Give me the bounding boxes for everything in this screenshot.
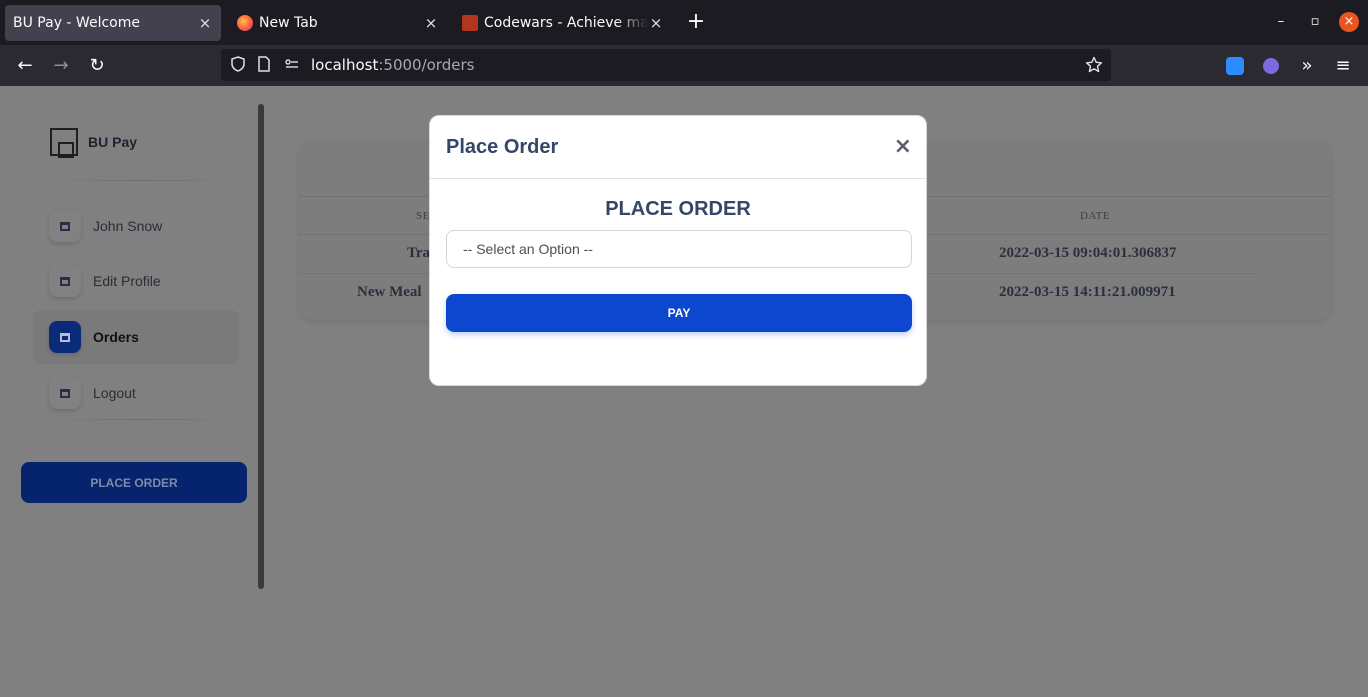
tab-close-icon[interactable]: × [648,14,664,32]
place-order-modal: Place Order × PLACE ORDER -- Select an O… [429,115,927,386]
sidebar-item-label: John Snow [93,218,163,234]
zoom-extension-icon[interactable] [1222,53,1248,79]
back-button[interactable]: ← [12,53,38,79]
url-text[interactable]: localhost:5000/orders [311,56,474,74]
table-cell-service: New Meal [357,284,422,300]
firefox-icon [237,15,253,31]
shield-icon[interactable] [229,56,247,74]
browser-tab-bu-pay[interactable]: BU Pay - Welcome × [5,5,221,41]
place-order-button[interactable]: PLACE ORDER [21,462,247,503]
url-bar[interactable]: localhost:5000/orders [221,49,1111,81]
table-cell-date: 2022-03-15 14:11:21.009971 [999,284,1176,300]
maximize-button[interactable]: ▫ [1305,12,1325,32]
tab-title: Codewars - Achieve mastery [484,15,648,31]
sidebar-scrollbar[interactable] [258,104,264,589]
minimize-button[interactable]: – [1271,12,1291,32]
browser-nav-bar: ← → ↻ localhost:5000/orders » ≡ [0,45,1368,86]
tab-close-icon[interactable]: × [423,14,439,32]
sidebar-item-logout[interactable]: Logout [33,366,239,420]
close-icon[interactable]: × [894,136,912,158]
select-value: -- Select an Option -- [463,241,593,257]
brand-name: BU Pay [88,134,138,150]
pay-button[interactable]: PAY [446,294,912,332]
building-icon [49,265,81,297]
hamburger-menu-icon[interactable]: ≡ [1330,53,1356,79]
table-header-date: DATE [1080,210,1111,222]
table-cell-service: Tra [407,245,431,261]
building-icon [49,377,81,409]
table-cell-date: 2022-03-15 09:04:01.306837 [999,245,1177,261]
modal-heading: PLACE ORDER [605,198,751,220]
overflow-chevron-icon[interactable]: » [1294,53,1320,79]
codewars-icon [462,15,478,31]
url-path: :5000/orders [378,56,475,74]
window-close-button[interactable]: × [1339,12,1359,32]
brand[interactable]: BU Pay [50,128,138,158]
browser-tab-bar: BU Pay - Welcome × New Tab × Codewars - … [0,0,1368,45]
permissions-icon[interactable] [283,56,301,74]
forward-button[interactable]: → [48,53,74,79]
new-tab-button[interactable]: + [684,10,708,34]
tab-title: BU Pay - Welcome [13,15,140,31]
modal-title: Place Order [446,136,559,158]
sidebar-divider [48,419,238,420]
sidebar-item-label: Edit Profile [93,273,161,289]
reload-button[interactable]: ↻ [84,53,110,79]
brand-logo-icon [50,128,78,158]
sidebar-item-edit-profile[interactable]: Edit Profile [33,254,239,308]
sidebar-item-orders[interactable]: Orders [33,310,239,364]
tab-close-icon[interactable]: × [197,14,213,32]
sidebar-item-label: Logout [93,385,136,401]
sidebar: BU Pay John Snow Edit Profile Orders Log… [20,86,260,697]
sidebar-divider [48,180,238,181]
order-option-select[interactable]: -- Select an Option -- [446,230,912,268]
page-icon[interactable] [255,56,273,74]
modal-divider [430,178,926,179]
tab-title: New Tab [259,15,318,31]
table-header-service: SE [416,210,430,222]
url-host: localhost [311,56,379,74]
browser-tab-codewars[interactable]: Codewars - Achieve mastery × [454,5,672,41]
building-icon [49,210,81,242]
browser-tab-new-tab[interactable]: New Tab × [229,5,447,41]
extension-icon[interactable] [1258,53,1284,79]
sidebar-item-profile[interactable]: John Snow [33,199,239,253]
star-icon[interactable] [1085,56,1103,74]
building-icon [49,321,81,353]
sidebar-item-label: Orders [93,329,139,345]
